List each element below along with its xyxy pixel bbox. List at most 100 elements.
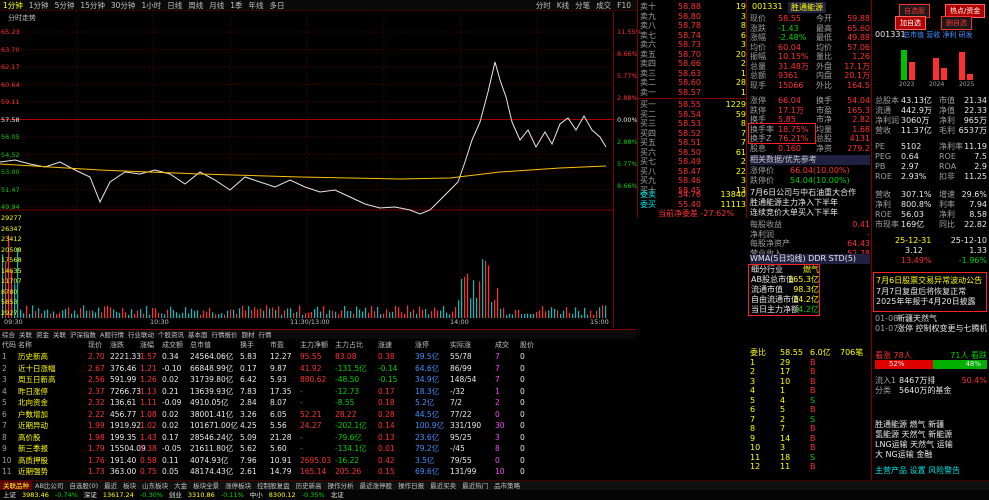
period-tab-11[interactable]: 多日 [267, 0, 288, 11]
concept-row[interactable]: 氢能源 天然气 新能源 [875, 430, 987, 440]
order-level-volume: 2 [740, 59, 746, 68]
order-level-label: 卖八 [640, 21, 656, 30]
column-header[interactable]: 股价 [520, 340, 534, 350]
concept-row[interactable]: 胜通能源 燃气 新疆 [875, 420, 987, 430]
volume-bar [503, 308, 505, 318]
table-cell: -79.6亿 [335, 432, 362, 442]
table-row[interactable]: 8 高价股 1.98 199.35 1.43 0.17 28546.24亿 5.09 21.28… [0, 432, 636, 443]
column-header[interactable]: 涨停 [415, 340, 429, 350]
table-row[interactable]: 11 近期强势 1.73 363.00 0.75 0.05 48174.43亿 2.61 14.… [0, 466, 636, 477]
column-header[interactable]: 实际涨 [450, 340, 471, 350]
table-row[interactable]: 7 近期异动 1.99 1919.92 1.02 0.02 101671.00亿 4.25 5.… [0, 420, 636, 431]
column-header[interactable]: 涨跌 [110, 340, 124, 350]
view-tab-3[interactable]: 成交 [593, 0, 614, 11]
table-row[interactable]: 4 昨日涨停 2.37 7266.73 1.13 0.21 13639.93亿 7.83 17.… [0, 386, 636, 397]
period-tab-7[interactable]: 周线 [185, 0, 206, 11]
column-header[interactable]: 代码 [2, 340, 16, 350]
table-row[interactable]: 2 近十日涨幅 2.67 376.46 1.21 -0.10 66848.99亿 0.17 9.… [0, 363, 636, 374]
table-cell: 0.18 [378, 398, 395, 407]
event-row[interactable]: 01-08 新疆天然气 [875, 314, 987, 324]
info-tab-6[interactable]: 行业联动 [126, 330, 156, 340]
rank-value: 5640万的基金 [899, 386, 952, 395]
table-cell: 新三季报 [18, 444, 48, 453]
column-header[interactable]: 主力占比 [335, 340, 363, 350]
news-item[interactable]: 连续竞价大单买入下半年 [750, 208, 870, 218]
sector-table[interactable]: 1 历史新高 2.70 2221.33 1.57 0.34 24564.06亿 5.83 12.… [0, 351, 636, 479]
info-tab-9[interactable]: 行情报价 [209, 330, 239, 340]
announcement-title[interactable]: 7月6日股票交易异常波动公告 [876, 276, 986, 286]
period-tab-10[interactable]: 年线 [246, 0, 267, 11]
period-tab-6[interactable]: 日线 [164, 0, 185, 11]
table-row[interactable]: 5 北向资金 2.32 136.61 1.11 -0.09 4910.05亿 2.84 8.07… [0, 397, 636, 408]
delete-watchlist-button[interactable]: 删自选 [941, 16, 972, 30]
fundamental-label: 净值 [939, 106, 955, 115]
period-tab-2[interactable]: 5分钟 [52, 0, 78, 11]
view-tab-1[interactable]: K线 [554, 0, 572, 11]
tick-cell: 58.55 [780, 348, 803, 357]
column-header[interactable]: 成交 [495, 340, 509, 350]
info-tab-0[interactable]: 综合 [0, 330, 17, 340]
table-row[interactable]: 9 新三季报 1.79 15504.09 1.38 -0.05 21611.80亿 5.62 5… [0, 443, 636, 454]
add-watchlist-button[interactable]: 加自选 [895, 16, 926, 30]
order-level-label: 买九 [640, 176, 656, 185]
table-row[interactable]: 3 周五日新高 2.56 591.99 1.26 0.02 31739.80亿 6.42 5.9… [0, 374, 636, 385]
view-tab-4[interactable]: F10 [614, 0, 634, 11]
view-tab-2[interactable]: 分笔 [572, 0, 593, 11]
table-cell: 28.22 [335, 409, 357, 419]
volume-bar [110, 307, 112, 318]
table-cell: 12.27 [270, 352, 292, 361]
column-header[interactable]: 换手 [240, 340, 254, 350]
order-level-label: 买二 [640, 109, 656, 119]
tick-cell: B [810, 443, 816, 452]
news-item[interactable]: 胜通能源主力净入下半年 [750, 198, 870, 208]
column-header[interactable]: 名称 [18, 340, 32, 350]
table-cell: 21611.80亿 [190, 444, 234, 453]
info-tab-1[interactable]: 关联 [17, 330, 34, 340]
period-tab-9[interactable]: 1季 [227, 0, 245, 11]
info-tab-11[interactable]: 行情 [256, 330, 273, 340]
intraday-chart-svg[interactable] [0, 12, 614, 328]
info-tab-4[interactable]: 沪深指数 [68, 330, 98, 340]
tick-cell: 14 [780, 433, 791, 443]
table-cell: 101671.00亿 [190, 421, 239, 430]
period-tab-8[interactable]: 月线 [206, 0, 227, 11]
table-cell: 2221.33 [110, 352, 142, 361]
period-tab-4[interactable]: 30分钟 [108, 0, 139, 11]
volume-bar [230, 309, 232, 318]
column-header[interactable]: 市盈 [270, 340, 284, 350]
table-cell: 7.83 [240, 386, 257, 396]
info-tab-3[interactable]: 关联 [51, 330, 68, 340]
volume-bar [398, 307, 400, 318]
table-row[interactable]: 1 历史新高 2.70 2221.33 1.57 0.34 24564.06亿 5.83 12.… [0, 351, 636, 362]
period-tab-0[interactable]: 1分钟 [0, 0, 26, 11]
table-cell: 9 [2, 444, 7, 453]
view-tab-0[interactable]: 分时 [533, 0, 554, 11]
concept-row[interactable]: LNG运输 天然气 运输 [875, 440, 987, 450]
news-item[interactable]: 7月6日公司与中石油重大合作 [750, 188, 870, 198]
tick-cell: 1 [750, 357, 756, 367]
column-header[interactable]: 现价 [88, 340, 102, 350]
table-row[interactable]: 6 户数增加 2.22 456.77 1.08 0.02 38001.41亿 3.26 6.05… [0, 409, 636, 420]
column-header[interactable]: 涨幅 [140, 340, 154, 350]
column-header[interactable]: 主力净额 [300, 340, 328, 350]
info-tab-2[interactable]: 资金 [34, 330, 51, 340]
period-tab-3[interactable]: 15分钟 [77, 0, 108, 11]
info-tab-5[interactable]: A股行情 [98, 330, 126, 340]
column-header[interactable]: 成交额 [162, 340, 183, 350]
period-tab-1[interactable]: 1分钟 [26, 0, 52, 11]
panel-footer[interactable]: 主营产品 设置 风险警告 [875, 466, 987, 476]
column-header[interactable]: 涨速 [378, 340, 392, 350]
tick-cell: 10 [750, 443, 761, 452]
table-cell: 64.6亿 [415, 363, 440, 373]
column-header[interactable]: 总市值 [190, 340, 211, 350]
info-tab-10[interactable]: 题材 [239, 330, 256, 340]
info-tab-7[interactable]: 个股资讯 [156, 330, 186, 340]
table-row[interactable]: 10 高质押股 1.76 191.40 0.58 0.11 4074.93亿 7.96 10.9… [0, 455, 636, 466]
fundamental-row: 总股本 43.13亿 市值 21.34 [875, 96, 987, 106]
percent-tick: 5.77% [617, 72, 638, 80]
intraday-chart[interactable] [0, 12, 614, 328]
event-row[interactable]: 01-07 涨停 控制权变更与七腾机器 [875, 324, 987, 334]
info-tab-8[interactable]: 基本面 [186, 330, 210, 340]
concept-row[interactable]: 大 NG运输 金融 [875, 450, 987, 460]
period-tab-5[interactable]: 1小时 [138, 0, 164, 11]
